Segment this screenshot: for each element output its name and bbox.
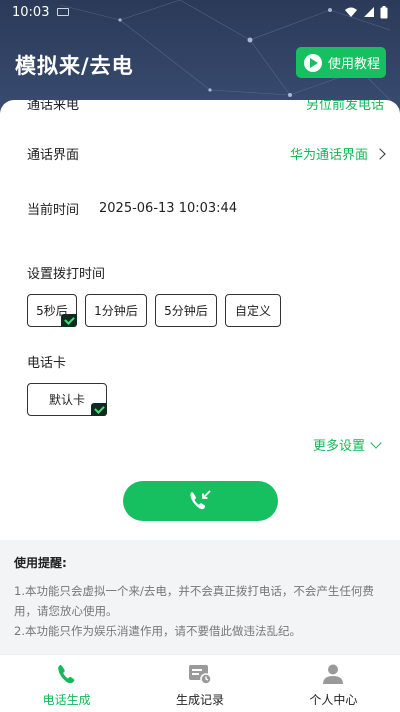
- partial-row-value: 另位前发电话: [305, 100, 384, 113]
- play-icon: [304, 53, 322, 72]
- dial-option-5min[interactable]: 5分钟后: [155, 294, 217, 327]
- tips-title: 使用提醒:: [14, 556, 67, 570]
- phone-icon: [56, 661, 78, 687]
- partial-row-label: 通话来电: [27, 100, 80, 113]
- sim-option-label: 默认卡: [48, 393, 85, 407]
- usage-tips: 使用提醒: 1.本功能只会虚拟一个来/去电，并不会真正拨打电话，不会产生任何费用…: [0, 540, 400, 658]
- dial-option-custom[interactable]: 自定义: [225, 294, 281, 327]
- wifi-icon: [345, 7, 357, 17]
- call-ui-row[interactable]: 通话界面 华为通话界面: [27, 144, 386, 163]
- current-time-value: 2025-06-13 10:03:44: [99, 201, 238, 216]
- tutorial-label: 使用教程: [328, 57, 381, 72]
- tutorial-button[interactable]: 使用教程: [296, 47, 386, 78]
- tab-label: 生成记录: [175, 693, 224, 707]
- sim-option-default[interactable]: 默认卡: [27, 383, 107, 416]
- tab-call-generate[interactable]: 电话生成: [0, 655, 133, 712]
- tab-label: 个人中心: [309, 693, 358, 707]
- chevron-down-icon: [370, 436, 382, 449]
- check-icon: [61, 314, 77, 327]
- current-time-label: 当前时间: [27, 203, 80, 218]
- bottom-tab-bar: 电话生成 生成记录 个人中心: [0, 654, 400, 712]
- dial-option-label: 1分钟后: [94, 304, 138, 318]
- incoming-call-icon: [189, 490, 211, 510]
- status-time: 10:03: [12, 4, 50, 20]
- person-icon: [322, 661, 344, 687]
- call-ui-value-wrap: 华为通话界面: [289, 144, 386, 163]
- dial-option-1min[interactable]: 1分钟后: [85, 294, 147, 327]
- call-ui-label: 通话界面: [27, 148, 80, 163]
- more-settings-link[interactable]: 更多设置: [312, 435, 382, 454]
- tab-profile[interactable]: 个人中心: [267, 655, 400, 712]
- sim-options: 默认卡: [27, 383, 107, 416]
- tips-line-2: 2.本功能只作为娱乐消遣作用，请不要借此做违法乱纪。: [14, 624, 301, 638]
- call-ui-value: 华为通话界面: [289, 148, 368, 163]
- status-bar: 10:03: [0, 0, 400, 24]
- current-time-row: 当前时间 2025-06-13 10:03:44: [27, 199, 384, 218]
- partial-row[interactable]: 通话来电 另位前发电话: [27, 100, 384, 113]
- tips-line-1: 1.本功能只会虚拟一个来/去电，并不会真正拨打电话，不会产生任何费用，请您放心使…: [14, 584, 374, 618]
- dial-option-label: 5分钟后: [164, 304, 208, 318]
- keyboard-icon: [57, 8, 70, 16]
- start-call-button[interactable]: [123, 481, 278, 521]
- check-icon: [91, 403, 107, 416]
- sim-card-label: 电话卡: [27, 356, 67, 371]
- dial-time-options: 5秒后 1分钟后 5分钟后 自定义: [27, 294, 281, 327]
- dial-time-label: 设置拨打时间: [27, 267, 106, 282]
- dial-option-5s[interactable]: 5秒后: [27, 294, 77, 327]
- chevron-right-icon: [374, 147, 386, 160]
- tab-label: 电话生成: [42, 693, 91, 707]
- more-settings-label: 更多设置: [312, 439, 365, 454]
- settings-card: 通话来电 另位前发电话 通话界面 华为通话界面 当前时间 2025-06-13 …: [0, 100, 400, 540]
- battery-icon: [380, 5, 388, 18]
- tab-history[interactable]: 生成记录: [133, 655, 266, 712]
- page-title: 模拟来/去电: [15, 54, 134, 78]
- signal-icon: [364, 7, 374, 17]
- dial-option-label: 自定义: [234, 304, 271, 318]
- history-icon: [188, 661, 212, 687]
